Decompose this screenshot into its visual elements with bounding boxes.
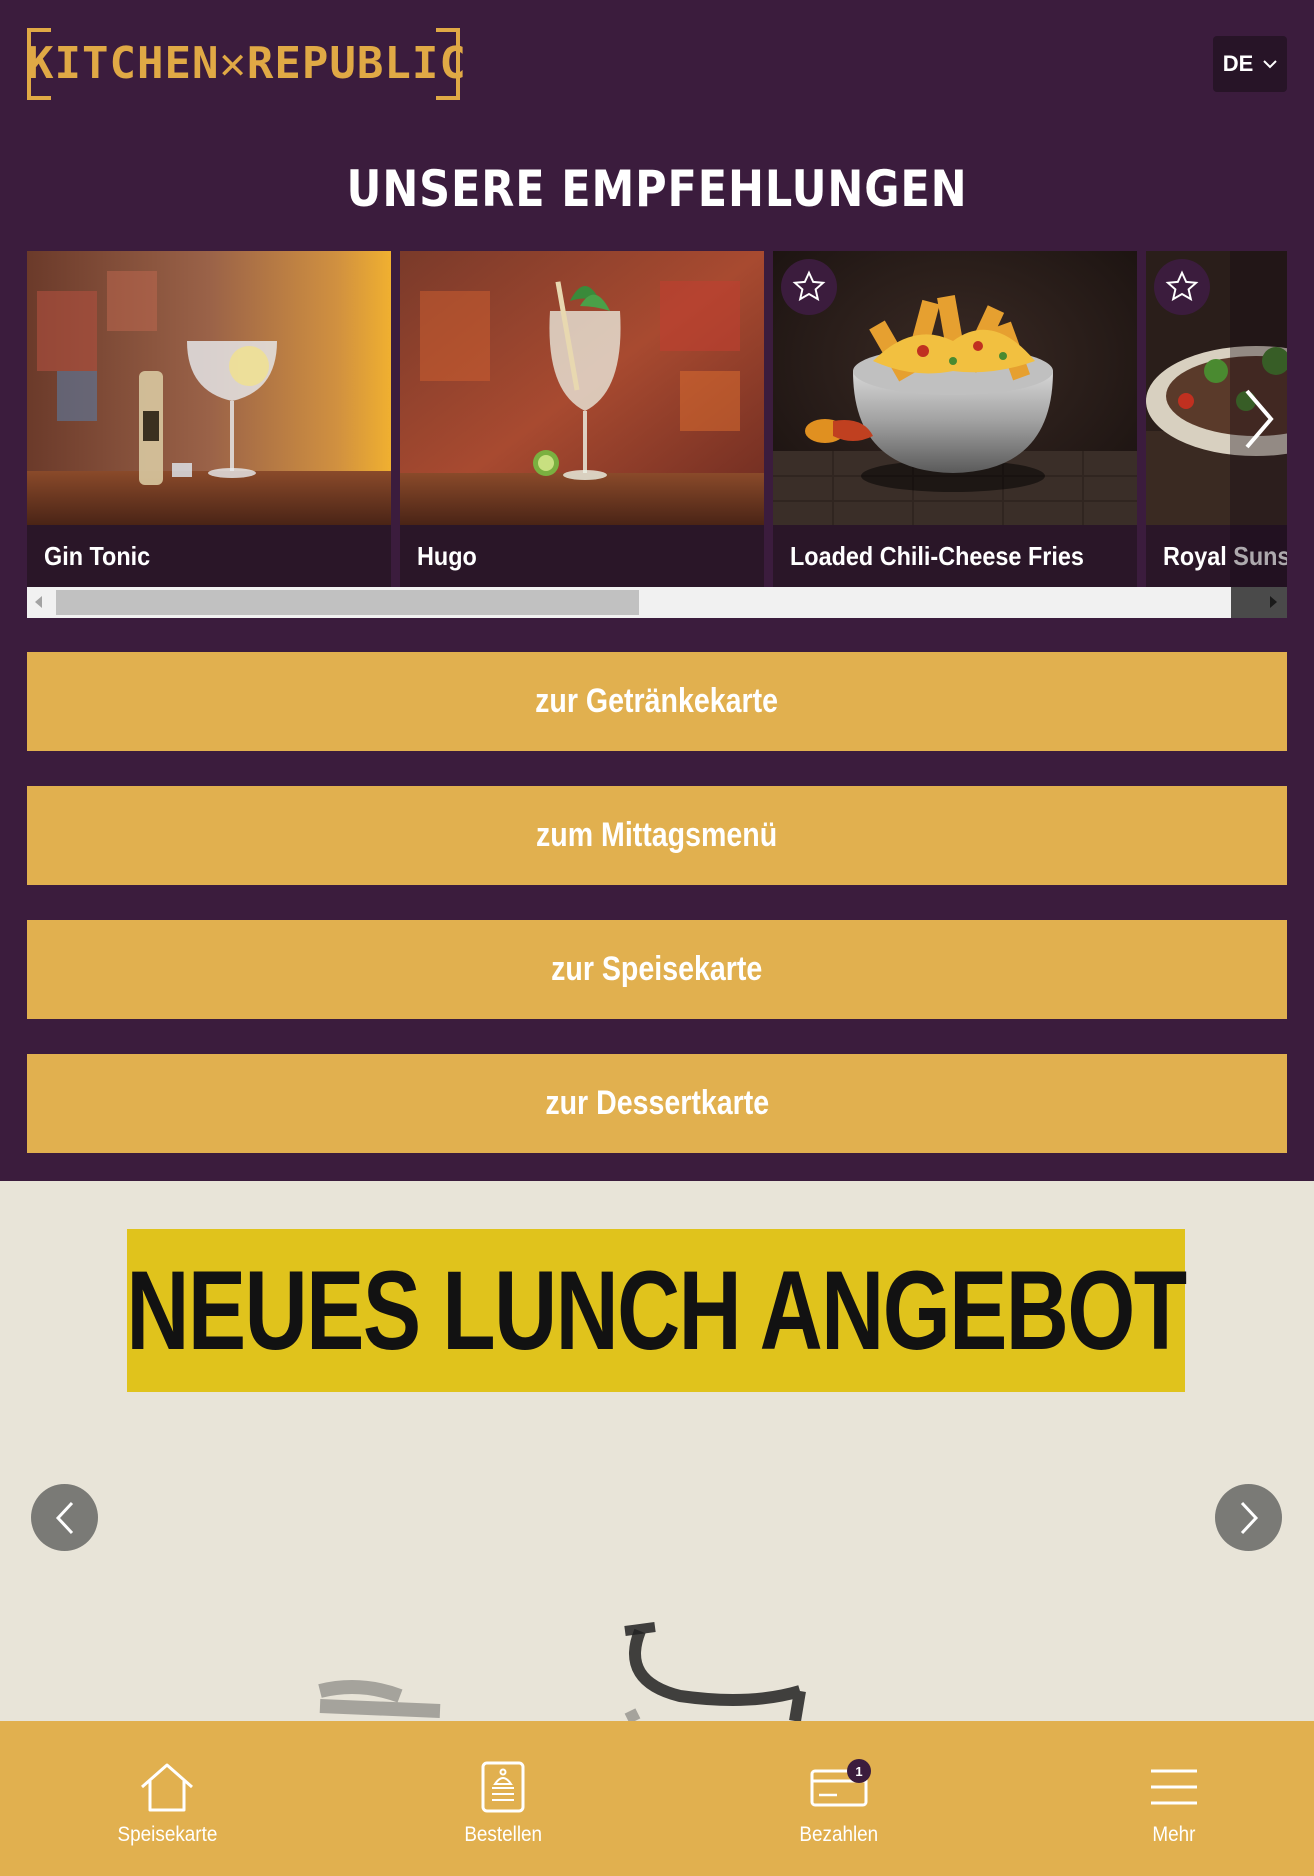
recommendation-card[interactable]: Gin Tonic	[27, 251, 391, 587]
logo-text: KITCHEN✕REPUBLIC	[27, 38, 467, 89]
button-label: zur Speisekarte	[551, 950, 763, 988]
promo-banner-text: NEUES LUNCH ANGEBOT	[126, 1248, 1187, 1373]
favorite-star-icon[interactable]	[1154, 259, 1210, 315]
button-label: zur Getränkekarte	[535, 682, 779, 720]
scroll-right-arrow-icon	[1270, 596, 1277, 608]
favorite-star-icon[interactable]	[781, 259, 837, 315]
order-icon	[471, 1757, 535, 1817]
brand-logo[interactable]: KITCHEN✕REPUBLIC	[27, 28, 467, 100]
product-image	[773, 251, 1137, 525]
promo-illustration	[318, 1622, 806, 1721]
language-selector[interactable]: DE	[1213, 36, 1287, 92]
drinks-menu-button[interactable]: zur Getränkekarte	[27, 652, 1287, 751]
button-label: zur Dessertkarte	[545, 1084, 769, 1122]
promo-banner: NEUES LUNCH ANGEBOT	[126, 1229, 1187, 1392]
scroll-left-arrow-icon[interactable]	[35, 596, 42, 608]
carousel-next-button[interactable]	[1230, 251, 1287, 587]
button-label: zum Mittagsmenü	[536, 816, 778, 854]
payment-card-icon: 1	[807, 1757, 871, 1817]
nav-item-mehr[interactable]: Mehr	[1010, 1721, 1314, 1876]
nav-label: Speisekarte	[117, 1823, 217, 1846]
product-name: Gin Tonic	[44, 541, 151, 571]
nav-item-bezahlen[interactable]: 1 Bezahlen	[675, 1721, 1003, 1876]
chevron-right-icon	[1244, 389, 1274, 449]
language-label: DE	[1222, 51, 1254, 76]
section-title: UNSERE EMPFEHLUNGEN	[346, 160, 968, 218]
scroll-right-button[interactable]	[1231, 587, 1287, 618]
product-image	[27, 251, 391, 525]
promo-prev-button[interactable]	[31, 1484, 98, 1551]
main-content: KITCHEN✕REPUBLIC DE UNSERE EMPFEHLUNGEN	[0, 0, 1314, 1181]
nav-label: Bestellen	[464, 1823, 542, 1846]
menu-icon	[1142, 1757, 1206, 1817]
scrollbar-thumb[interactable]	[56, 590, 639, 615]
chevron-right-icon	[1240, 1501, 1258, 1534]
nav-item-speisekarte[interactable]: Speisekarte	[3, 1721, 331, 1876]
product-image	[400, 251, 764, 525]
recommendation-card[interactable]: Loaded Chili-Cheese Fries	[773, 251, 1137, 587]
product-name: Hugo	[417, 541, 477, 571]
carousel-scrollbar[interactable]	[27, 587, 1287, 618]
recommendation-card[interactable]: Hugo	[400, 251, 764, 587]
dessert-menu-button[interactable]: zur Dessertkarte	[27, 1054, 1287, 1153]
nav-item-bestellen[interactable]: Bestellen	[339, 1721, 667, 1876]
chevron-left-icon	[55, 1501, 73, 1534]
food-menu-button[interactable]: zur Speisekarte	[27, 920, 1287, 1019]
product-name: Loaded Chili-Cheese Fries	[790, 541, 1084, 571]
nav-label: Bezahlen	[799, 1823, 879, 1846]
bottom-navigation: Speisekarte Bestellen 1 Bezahlen Mehr	[0, 1721, 1314, 1876]
promo-next-button[interactable]	[1215, 1484, 1282, 1551]
promo-slider[interactable]: NEUES LUNCH ANGEBOT	[0, 1181, 1314, 1721]
nav-label: Mehr	[1152, 1823, 1196, 1846]
notification-badge: 1	[847, 1759, 871, 1783]
chevron-down-icon	[1263, 60, 1277, 69]
home-icon	[135, 1757, 199, 1817]
lunch-menu-button[interactable]: zum Mittagsmenü	[27, 786, 1287, 885]
recommendations-carousel[interactable]: Gin Tonic Hugo Loaded Chili-Cheese Fries…	[27, 251, 1287, 587]
